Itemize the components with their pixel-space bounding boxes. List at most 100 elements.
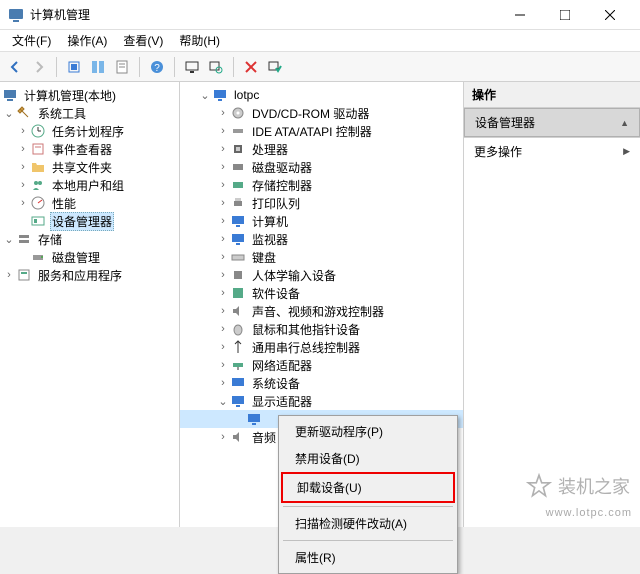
device-tree[interactable]: ⌄ lotpc ›DVD/CD-ROM 驱动器 ›IDE ATA/ATAPI 控… xyxy=(180,86,463,446)
menu-file[interactable]: 文件(F) xyxy=(4,30,59,51)
svg-text:?: ? xyxy=(154,63,160,74)
expand-icon[interactable]: › xyxy=(216,125,230,137)
tree-performance[interactable]: › 性能 xyxy=(0,194,179,212)
ctx-properties[interactable]: 属性(R) xyxy=(281,544,455,571)
performance-icon xyxy=(30,195,46,211)
disk-icon xyxy=(30,249,46,265)
device-computer[interactable]: ›计算机 xyxy=(180,212,463,230)
expand-icon[interactable]: › xyxy=(216,359,230,371)
monitor-icon[interactable] xyxy=(181,56,203,78)
maximize-button[interactable] xyxy=(542,1,587,29)
delete-icon[interactable] xyxy=(240,56,262,78)
scan-icon[interactable] xyxy=(205,56,227,78)
device-network[interactable]: ›网络适配器 xyxy=(180,356,463,374)
expand-icon[interactable]: › xyxy=(216,161,230,173)
device-audio-video[interactable]: ›声音、视频和游戏控制器 xyxy=(180,302,463,320)
expand-icon[interactable]: › xyxy=(16,197,30,209)
tree-label: 存储 xyxy=(36,231,64,248)
tools-icon xyxy=(16,105,32,121)
tree-label: 软件设备 xyxy=(250,285,302,302)
console-tree[interactable]: 计算机管理(本地) ⌄ 系统工具 › 任务计划程序 › 事件查看器 › 共享文件… xyxy=(0,86,179,284)
actions-device-manager[interactable]: 设备管理器 ▲ xyxy=(464,108,640,137)
minimize-button[interactable] xyxy=(497,1,542,29)
ctx-disable-device[interactable]: 禁用设备(D) xyxy=(281,445,455,472)
tree-device-manager[interactable]: 设备管理器 xyxy=(0,212,179,230)
collapse-icon[interactable]: ⌄ xyxy=(198,89,212,102)
menu-view[interactable]: 查看(V) xyxy=(115,30,171,51)
tree-storage[interactable]: ⌄ 存储 xyxy=(0,230,179,248)
show-hide-button[interactable] xyxy=(87,56,109,78)
properties-button[interactable] xyxy=(111,56,133,78)
expand-icon[interactable]: › xyxy=(216,269,230,281)
device-mouse[interactable]: ›鼠标和其他指针设备 xyxy=(180,320,463,338)
ctx-scan-hardware[interactable]: 扫描检测硬件改动(A) xyxy=(281,510,455,537)
tree-label: 人体学输入设备 xyxy=(250,267,338,284)
sound-icon xyxy=(230,303,246,319)
device-software[interactable]: › 软件设备 xyxy=(180,284,463,302)
device-monitor[interactable]: › 监视器 xyxy=(180,230,463,248)
device-print[interactable]: ›打印队列 xyxy=(180,194,463,212)
tree-root[interactable]: 计算机管理(本地) xyxy=(0,86,179,104)
expand-icon[interactable]: › xyxy=(216,305,230,317)
expand-icon[interactable]: › xyxy=(216,431,230,443)
device-root[interactable]: ⌄ lotpc xyxy=(180,86,463,104)
actions-label: 设备管理器 xyxy=(475,114,535,131)
tree-system-tools[interactable]: ⌄ 系统工具 xyxy=(0,104,179,122)
expand-icon[interactable]: › xyxy=(216,251,230,263)
expand-icon[interactable]: › xyxy=(216,233,230,245)
expand-icon[interactable]: › xyxy=(216,287,230,299)
device-dvd[interactable]: ›DVD/CD-ROM 驱动器 xyxy=(180,104,463,122)
expand-icon[interactable]: › xyxy=(216,341,230,353)
device-usb[interactable]: ›通用串行总线控制器 xyxy=(180,338,463,356)
cpu-icon xyxy=(230,141,246,157)
expand-icon[interactable]: › xyxy=(216,197,230,209)
expand-icon[interactable]: › xyxy=(16,125,30,137)
device-keyboard[interactable]: › 键盘 xyxy=(180,248,463,266)
device-cpu[interactable]: ›处理器 xyxy=(180,140,463,158)
up-arrow-icon: ▲ xyxy=(620,118,629,128)
tree-disk-mgmt[interactable]: 磁盘管理 xyxy=(0,248,179,266)
actions-more[interactable]: 更多操作 ▶ xyxy=(464,138,640,165)
menu-action[interactable]: 操作(A) xyxy=(59,30,115,51)
expand-icon[interactable]: › xyxy=(16,143,30,155)
tree-label: 任务计划程序 xyxy=(50,123,126,140)
expand-icon[interactable]: › xyxy=(216,323,230,335)
device-hid[interactable]: › 人体学输入设备 xyxy=(180,266,463,284)
collapse-icon[interactable]: ⌄ xyxy=(2,107,16,120)
tree-services-apps[interactable]: › 服务和应用程序 xyxy=(0,266,179,284)
collapse-icon[interactable]: ⌄ xyxy=(216,395,230,408)
tree-local-users[interactable]: › 本地用户和组 xyxy=(0,176,179,194)
device-display[interactable]: ⌄显示适配器 xyxy=(180,392,463,410)
collapse-icon[interactable]: ⌄ xyxy=(2,233,16,246)
expand-icon[interactable]: › xyxy=(2,269,16,281)
display-adapter-icon xyxy=(230,393,246,409)
expand-icon[interactable]: › xyxy=(216,143,230,155)
device-storage-ctrl[interactable]: ›存储控制器 xyxy=(180,176,463,194)
back-button[interactable] xyxy=(4,56,26,78)
expand-icon[interactable]: › xyxy=(16,161,30,173)
tree-label: 监视器 xyxy=(250,231,290,248)
tree-label: 事件查看器 xyxy=(50,141,114,158)
device-disk[interactable]: ›磁盘驱动器 xyxy=(180,158,463,176)
close-button[interactable] xyxy=(587,1,632,29)
tree-label: 键盘 xyxy=(250,249,278,266)
ctx-update-driver[interactable]: 更新驱动程序(P) xyxy=(281,418,455,445)
tree-task-scheduler[interactable]: › 任务计划程序 xyxy=(0,122,179,140)
ctx-uninstall-device[interactable]: 卸载设备(U) xyxy=(281,472,455,503)
folder-icon xyxy=(30,159,46,175)
device-ide[interactable]: ›IDE ATA/ATAPI 控制器 xyxy=(180,122,463,140)
tree-event-viewer[interactable]: › 事件查看器 xyxy=(0,140,179,158)
expand-icon[interactable]: › xyxy=(216,107,230,119)
expand-icon[interactable]: › xyxy=(216,179,230,191)
help-button[interactable]: ? xyxy=(146,56,168,78)
up-button[interactable] xyxy=(63,56,85,78)
expand-icon[interactable]: › xyxy=(16,179,30,191)
menu-help[interactable]: 帮助(H) xyxy=(171,30,228,51)
tree-label: 设备管理器 xyxy=(50,212,114,231)
watermark-url: www.lotpc.com xyxy=(546,507,632,519)
expand-icon[interactable]: › xyxy=(216,377,230,389)
tree-shared-folders[interactable]: › 共享文件夹 xyxy=(0,158,179,176)
expand-icon[interactable]: › xyxy=(216,215,230,227)
device-system[interactable]: ›系统设备 xyxy=(180,374,463,392)
enable-icon[interactable] xyxy=(264,56,286,78)
